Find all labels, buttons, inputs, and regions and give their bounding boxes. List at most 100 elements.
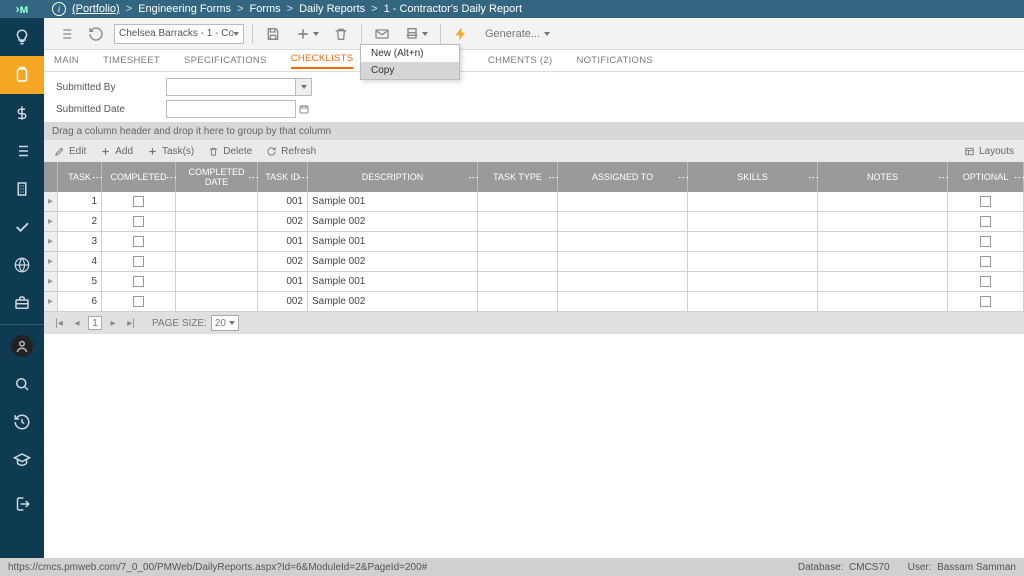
nav-history[interactable]: [0, 403, 44, 441]
pager-first[interactable]: |◂: [52, 316, 66, 330]
col-menu-icon[interactable]: ⋮: [95, 172, 98, 182]
col-completed[interactable]: COMPLETED⋮: [102, 162, 176, 192]
col-skills[interactable]: SKILLS⋮: [688, 162, 818, 192]
checkbox-icon[interactable]: [980, 196, 991, 207]
menu-item-copy[interactable]: Copy: [361, 62, 459, 79]
pager-next[interactable]: ▸: [106, 316, 120, 330]
nav-approve[interactable]: [0, 208, 44, 246]
submitted-by-input[interactable]: [166, 78, 296, 96]
email-button[interactable]: [370, 22, 394, 46]
bolt-button[interactable]: [449, 22, 473, 46]
table-row[interactable]: ▸3001Sample 001: [44, 232, 1024, 252]
checkbox-icon[interactable]: [133, 196, 144, 207]
row-expand[interactable]: ▸: [44, 212, 58, 231]
menu-item-new[interactable]: New (Alt+n): [361, 45, 459, 62]
info-icon[interactable]: i: [52, 2, 66, 16]
table-row[interactable]: ▸2002Sample 002: [44, 212, 1024, 232]
nav-ideas[interactable]: [0, 18, 44, 56]
nav-user[interactable]: [0, 327, 44, 365]
table-row[interactable]: ▸5001Sample 001: [44, 272, 1024, 292]
col-menu-icon[interactable]: ⋮: [941, 172, 944, 182]
checkbox-icon[interactable]: [133, 256, 144, 267]
col-task-id[interactable]: TASK ID⋮: [258, 162, 308, 192]
checkbox-icon[interactable]: [980, 236, 991, 247]
cell-optional[interactable]: [948, 212, 1024, 231]
nav-logout[interactable]: [0, 485, 44, 523]
row-expand[interactable]: ▸: [44, 252, 58, 271]
action-tasks[interactable]: Task(s): [147, 146, 194, 157]
add-split-button[interactable]: [291, 22, 323, 46]
col-menu-icon[interactable]: ⋮: [551, 172, 554, 182]
nav-assets[interactable]: [0, 170, 44, 208]
table-row[interactable]: ▸4002Sample 002: [44, 252, 1024, 272]
col-completed-date[interactable]: COMPLETED DATE⋮: [176, 162, 258, 192]
print-split-button[interactable]: [400, 22, 432, 46]
nav-lists[interactable]: [0, 132, 44, 170]
cell-completed[interactable]: [102, 272, 176, 291]
checkbox-icon[interactable]: [133, 296, 144, 307]
cell-optional[interactable]: [948, 272, 1024, 291]
cell-completed[interactable]: [102, 212, 176, 231]
nav-forms[interactable]: [0, 56, 44, 94]
cell-completed[interactable]: [102, 292, 176, 311]
cell-optional[interactable]: [948, 252, 1024, 271]
submitted-by-dd[interactable]: [296, 78, 312, 96]
save-button[interactable]: [261, 22, 285, 46]
cell-completed[interactable]: [102, 252, 176, 271]
col-menu-icon[interactable]: ⋮: [301, 172, 304, 182]
checkbox-icon[interactable]: [980, 276, 991, 287]
col-menu-icon[interactable]: ⋮: [169, 172, 172, 182]
tab-main[interactable]: MAIN: [54, 55, 79, 66]
generate-button[interactable]: Generate...: [479, 28, 556, 40]
tab-specifications[interactable]: SPECIFICATIONS: [184, 55, 267, 66]
crumb-engineering-forms[interactable]: Engineering Forms: [138, 3, 231, 15]
cell-completed[interactable]: [102, 232, 176, 251]
crumb-portfolio[interactable]: (Portfolio): [72, 3, 120, 15]
checkbox-icon[interactable]: [133, 236, 144, 247]
nav-search[interactable]: [0, 365, 44, 403]
col-assigned-to[interactable]: ASSIGNED TO⋮: [558, 162, 688, 192]
row-expand[interactable]: ▸: [44, 232, 58, 251]
action-delete[interactable]: Delete: [208, 146, 252, 157]
delete-button[interactable]: [329, 22, 353, 46]
col-notes[interactable]: NOTES⋮: [818, 162, 948, 192]
col-menu-icon[interactable]: ⋮: [681, 172, 684, 182]
tab-checklists[interactable]: CHECKLISTS: [291, 53, 354, 69]
action-edit[interactable]: Edit: [54, 146, 86, 157]
col-menu-icon[interactable]: ⋮: [811, 172, 814, 182]
col-task[interactable]: TASK⋮: [58, 162, 102, 192]
checkbox-icon[interactable]: [980, 216, 991, 227]
checkbox-icon[interactable]: [133, 276, 144, 287]
pager-last[interactable]: ▸|: [124, 316, 138, 330]
checkbox-icon[interactable]: [980, 296, 991, 307]
cell-optional[interactable]: [948, 192, 1024, 211]
checkbox-icon[interactable]: [980, 256, 991, 267]
toolbar-history-button[interactable]: [84, 22, 108, 46]
tab-notifications[interactable]: NOTIFICATIONS: [576, 55, 653, 66]
row-expand[interactable]: ▸: [44, 192, 58, 211]
action-add[interactable]: Add: [100, 146, 133, 157]
row-expand[interactable]: ▸: [44, 272, 58, 291]
nav-cost[interactable]: [0, 94, 44, 132]
col-task-type[interactable]: TASK TYPE⋮: [478, 162, 558, 192]
col-description[interactable]: DESCRIPTION⋮: [308, 162, 478, 192]
action-layouts[interactable]: Layouts: [964, 146, 1014, 157]
crumb-forms[interactable]: Forms: [250, 3, 281, 15]
row-expand[interactable]: ▸: [44, 292, 58, 311]
tab-timesheet[interactable]: TIMESHEET: [103, 55, 160, 66]
col-menu-icon[interactable]: ⋮: [1017, 172, 1020, 182]
table-row[interactable]: ▸6002Sample 002: [44, 292, 1024, 312]
tab-attachments[interactable]: CHMENTS (2): [488, 55, 553, 66]
crumb-daily-reports[interactable]: Daily Reports: [299, 3, 365, 15]
checkbox-icon[interactable]: [133, 216, 144, 227]
col-menu-icon[interactable]: ⋮: [471, 172, 474, 182]
record-selector[interactable]: Chelsea Barracks - 1 - Contractor's D: [114, 24, 244, 44]
page-size-select[interactable]: 20: [211, 315, 239, 331]
toolbar-list-button[interactable]: [54, 22, 78, 46]
table-row[interactable]: ▸1001Sample 001: [44, 192, 1024, 212]
pager-prev[interactable]: ◂: [70, 316, 84, 330]
nav-training[interactable]: [0, 441, 44, 479]
cell-optional[interactable]: [948, 292, 1024, 311]
action-refresh[interactable]: Refresh: [266, 146, 316, 157]
submitted-date-input[interactable]: [166, 100, 296, 118]
